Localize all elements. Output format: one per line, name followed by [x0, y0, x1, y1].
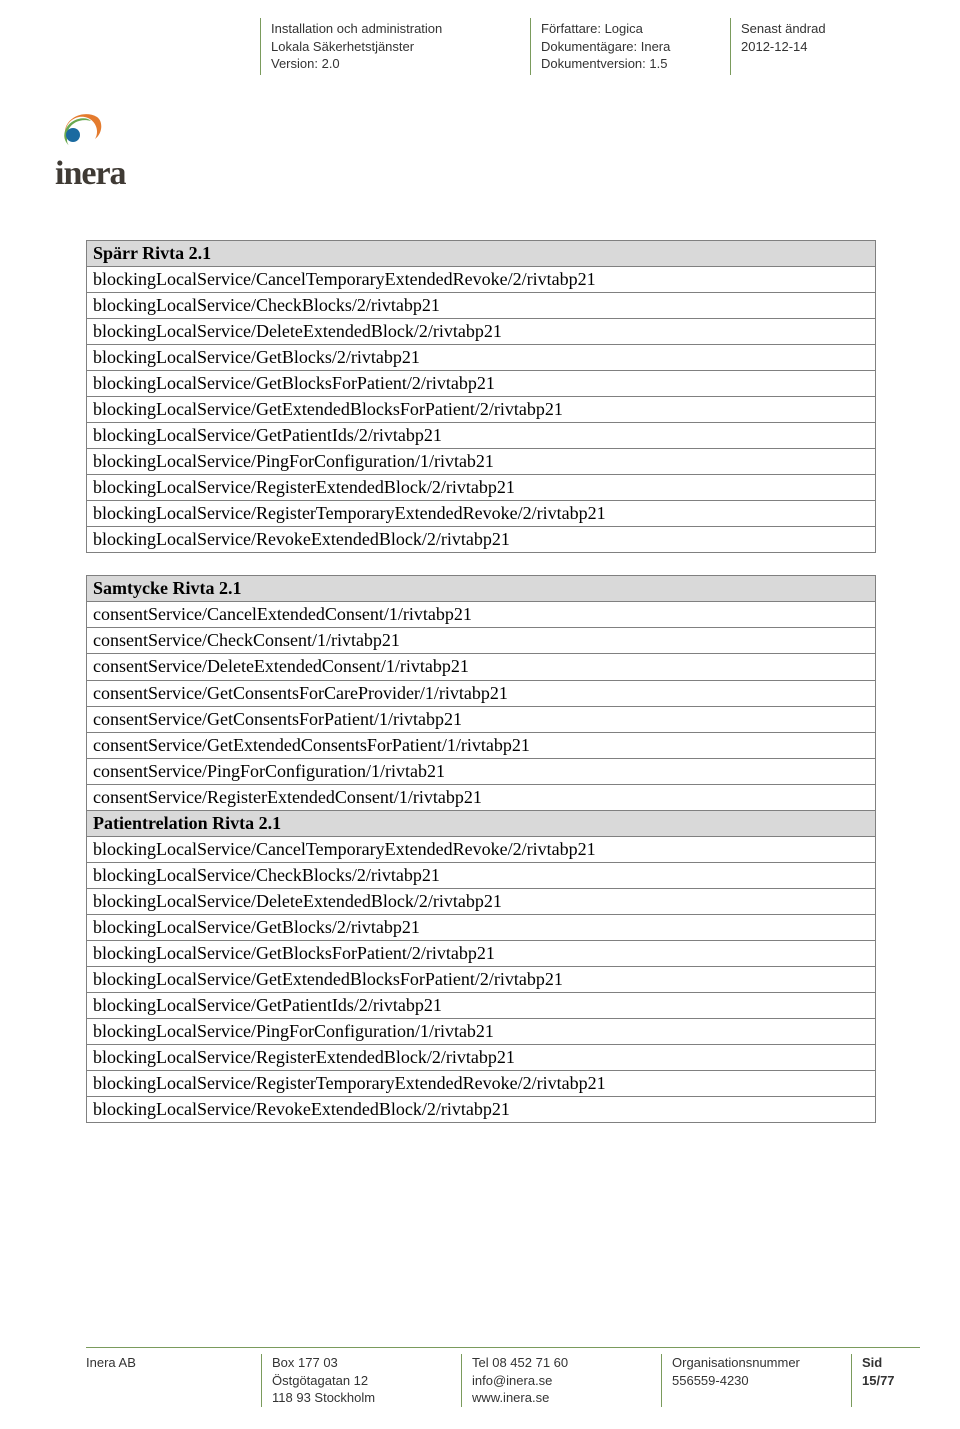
table-row: blockingLocalService/GetPatientIds/2/riv…: [87, 423, 876, 449]
doc-version: Version: 2.0: [271, 55, 520, 73]
doc-title: Installation och administration: [271, 20, 520, 38]
logo: inera: [55, 105, 126, 193]
page-number: Sid 15/77: [862, 1354, 910, 1389]
table-row: blockingLocalService/GetBlocks/2/rivtabp…: [87, 914, 876, 940]
table-row: blockingLocalService/RegisterExtendedBlo…: [87, 1044, 876, 1070]
table-row: blockingLocalService/RevokeExtendedBlock…: [87, 1097, 876, 1123]
table-header: Samtycke Rivta 2.1: [87, 576, 876, 602]
table-row: consentService/GetConsentsForPatient/1/r…: [87, 706, 876, 732]
table-row: consentService/GetConsentsForCareProvide…: [87, 680, 876, 706]
table-row: blockingLocalService/RegisterTemporaryEx…: [87, 501, 876, 527]
website: www.inera.se: [472, 1389, 651, 1407]
table-row: blockingLocalService/CheckBlocks/2/rivta…: [87, 862, 876, 888]
footer-page: Sid 15/77: [851, 1354, 920, 1407]
email: info@inera.se: [472, 1372, 651, 1390]
table-row: blockingLocalService/GetBlocksForPatient…: [87, 371, 876, 397]
org-number: 556559-4230: [672, 1372, 841, 1390]
header-col-date: Senast ändrad 2012-12-14: [730, 18, 860, 75]
lastchanged-date: 2012-12-14: [741, 38, 850, 56]
address-line: Östgötagatan 12: [272, 1372, 451, 1390]
company-name: Inera AB: [86, 1354, 251, 1372]
phone: Tel 08 452 71 60: [472, 1354, 651, 1372]
lastchanged-label: Senast ändrad: [741, 20, 850, 38]
table-row: blockingLocalService/GetBlocksForPatient…: [87, 940, 876, 966]
docversion: Dokumentversion: 1.5: [541, 55, 720, 73]
table-row: blockingLocalService/GetBlocks/2/rivtabp…: [87, 345, 876, 371]
org-label: Organisationsnummer: [672, 1354, 841, 1372]
footer-address: Box 177 03 Östgötagatan 12 118 93 Stockh…: [261, 1354, 461, 1407]
document-footer: Inera AB Box 177 03 Östgötagatan 12 118 …: [86, 1347, 920, 1407]
address-line: 118 93 Stockholm: [272, 1389, 451, 1407]
footer-company: Inera AB: [86, 1354, 261, 1407]
table-row: consentService/PingForConfiguration/1/ri…: [87, 758, 876, 784]
header-col-doc: Installation och administration Lokala S…: [260, 18, 530, 75]
table-row: blockingLocalService/GetPatientIds/2/riv…: [87, 992, 876, 1018]
table-row: blockingLocalService/CancelTemporaryExte…: [87, 267, 876, 293]
table-row: blockingLocalService/CancelTemporaryExte…: [87, 836, 876, 862]
table-header: Spärr Rivta 2.1: [87, 241, 876, 267]
table-row: consentService/GetExtendedConsentsForPat…: [87, 732, 876, 758]
address-line: Box 177 03: [272, 1354, 451, 1372]
table-row: consentService/DeleteExtendedConsent/1/r…: [87, 654, 876, 680]
table-row: blockingLocalService/CheckBlocks/2/rivta…: [87, 293, 876, 319]
table-header: Patientrelation Rivta 2.1: [87, 810, 876, 836]
table-row: blockingLocalService/PingForConfiguratio…: [87, 1018, 876, 1044]
table-row: blockingLocalService/RevokeExtendedBlock…: [87, 527, 876, 553]
table-row: blockingLocalService/GetExtendedBlocksFo…: [87, 397, 876, 423]
table-sparr: Spärr Rivta 2.1 blockingLocalService/Can…: [86, 240, 876, 553]
table-row: blockingLocalService/DeleteExtendedBlock…: [87, 888, 876, 914]
table-row: consentService/RegisterExtendedConsent/1…: [87, 784, 876, 810]
logo-text: inera: [55, 155, 126, 193]
table-row: blockingLocalService/RegisterTemporaryEx…: [87, 1070, 876, 1096]
owner: Dokumentägare: Inera: [541, 38, 720, 56]
document-header: Installation och administration Lokala S…: [260, 18, 920, 75]
footer-org: Organisationsnummer 556559-4230: [661, 1354, 851, 1407]
table-row: blockingLocalService/DeleteExtendedBlock…: [87, 319, 876, 345]
main-content: Spärr Rivta 2.1 blockingLocalService/Can…: [86, 240, 876, 1145]
author: Författare: Logica: [541, 20, 720, 38]
table-row: blockingLocalService/PingForConfiguratio…: [87, 449, 876, 475]
table-samtycke-patientrelation: Samtycke Rivta 2.1 consentService/Cancel…: [86, 575, 876, 1123]
logo-icon: [55, 105, 107, 153]
table-row: consentService/CancelExtendedConsent/1/r…: [87, 602, 876, 628]
table-row: consentService/CheckConsent/1/rivtabp21: [87, 628, 876, 654]
doc-subtitle: Lokala Säkerhetstjänster: [271, 38, 520, 56]
footer-contact: Tel 08 452 71 60 info@inera.se www.inera…: [461, 1354, 661, 1407]
table-row: blockingLocalService/GetExtendedBlocksFo…: [87, 966, 876, 992]
header-col-author: Författare: Logica Dokumentägare: Inera …: [530, 18, 730, 75]
table-row: blockingLocalService/RegisterExtendedBlo…: [87, 475, 876, 501]
